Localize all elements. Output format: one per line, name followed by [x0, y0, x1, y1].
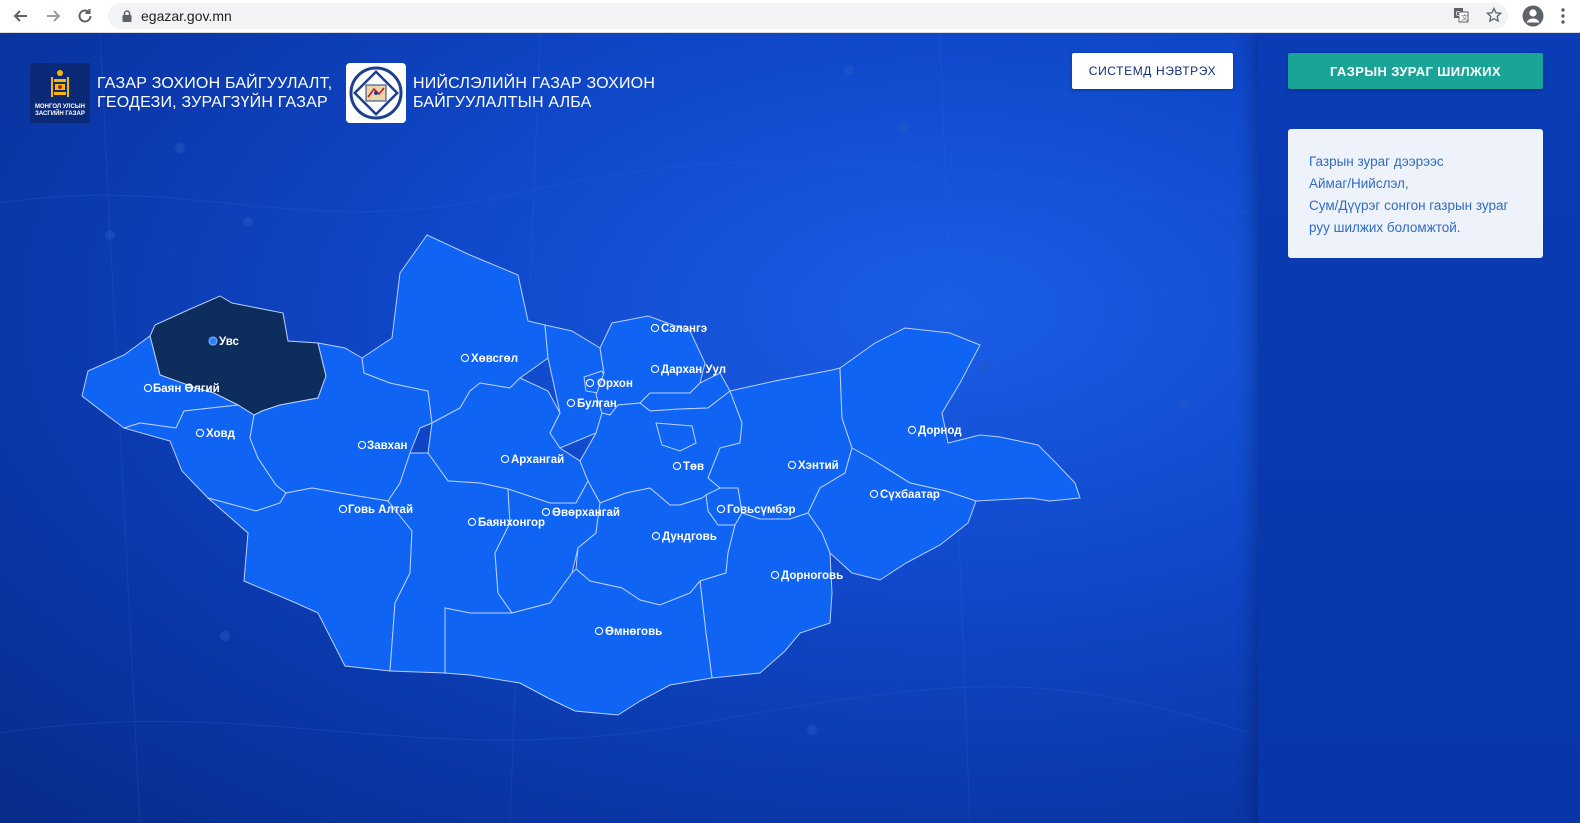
- switch-map-button[interactable]: ГАЗРЫН ЗУРАГ ШИЛЖИХ: [1288, 53, 1543, 89]
- map-label-bayan-ulgii[interactable]: Баян Өлгий: [143, 383, 220, 395]
- svg-text:Орхон: Орхон: [597, 378, 633, 390]
- svg-text:Сүхбаатар: Сүхбаатар: [880, 489, 940, 501]
- svg-text:Өвөрхангай: Өвөрхангай: [552, 507, 620, 519]
- page-content: МОНГОЛ УЛСЫН ЗАСГИЙН ГАЗАР ГАЗАР ЗОХИОН …: [0, 33, 1580, 823]
- url-text[interactable]: egazar.gov.mn: [141, 8, 232, 24]
- svg-text:Дорноговь: Дорноговь: [781, 570, 843, 582]
- map-label-sukhbaatar[interactable]: Сүхбаатар: [869, 489, 940, 501]
- profile-button[interactable]: [1522, 5, 1544, 27]
- svg-text:Архангай: Архангай: [511, 454, 564, 466]
- svg-text:Увс: Увс: [219, 336, 239, 348]
- svg-text:Баянхонгор: Баянхонгор: [478, 517, 545, 529]
- svg-text:文: 文: [1461, 13, 1468, 22]
- info-line-4: руу шилжих боломжтой.: [1309, 220, 1461, 235]
- svg-text:Дундговь: Дундговь: [662, 531, 717, 543]
- forward-button[interactable]: [42, 5, 64, 27]
- svg-text:Дархан Уул: Дархан Уул: [661, 364, 726, 376]
- address-bar[interactable]: egazar.gov.mn G文: [108, 3, 1508, 29]
- mongolia-map: Увс Баян Өлгий Ховд Завхан Хөвсгөл Говь …: [81, 234, 1081, 716]
- arrow-left-icon: [13, 10, 27, 22]
- svg-text:Говь Алтай: Говь Алтай: [348, 504, 413, 516]
- kebab-menu-icon: [1561, 8, 1565, 24]
- svg-text:Дорнод: Дорнод: [918, 425, 962, 437]
- svg-text:Өмнөговь: Өмнөговь: [605, 626, 662, 638]
- arrow-right-icon: [47, 10, 61, 22]
- map-label-dornogovi[interactable]: Дорноговь: [770, 570, 843, 582]
- map-label-gobi-altai[interactable]: Говь Алтай: [338, 504, 413, 516]
- menu-button[interactable]: [1552, 5, 1574, 27]
- info-line-1: Газрын зураг дээрээс: [1309, 154, 1444, 169]
- reload-icon: [78, 9, 92, 23]
- svg-text:Хөвсгөл: Хөвсгөл: [471, 353, 518, 365]
- translate-icon[interactable]: G文: [1453, 7, 1469, 28]
- map-regions: [81, 234, 1081, 716]
- info-line-2: Аймаг/Нийслэл,: [1309, 176, 1409, 191]
- map-label-bayankhongor[interactable]: Баянхонгор: [467, 517, 545, 529]
- map-label-govisumber[interactable]: Говьсүмбэр: [716, 504, 796, 516]
- back-button[interactable]: [10, 5, 32, 27]
- browser-toolbar: egazar.gov.mn G文: [0, 0, 1580, 33]
- map-label-dundgovi[interactable]: Дундговь: [651, 531, 717, 543]
- map-label-umnugovi[interactable]: Өмнөговь: [594, 626, 662, 638]
- svg-text:Ховд: Ховд: [206, 428, 236, 440]
- map-label-arkhangai[interactable]: Архангай: [500, 454, 564, 466]
- svg-text:Завхан: Завхан: [367, 440, 407, 452]
- info-line-3: Сум/Дүүрэг сонгон газрын зураг: [1309, 198, 1509, 213]
- svg-text:Хэнтий: Хэнтий: [798, 460, 839, 472]
- svg-text:Сэлэнгэ: Сэлэнгэ: [661, 323, 707, 335]
- account-icon: [1522, 5, 1544, 27]
- svg-text:Төв: Төв: [683, 461, 704, 473]
- svg-text:Баян Өлгий: Баян Өлгий: [153, 383, 220, 395]
- star-icon[interactable]: [1485, 6, 1503, 28]
- info-card: Газрын зураг дээрээс Аймаг/Нийслэл, Сум/…: [1288, 129, 1543, 258]
- reload-button[interactable]: [74, 5, 96, 27]
- map-label-uvurkhangai[interactable]: Өвөрхангай: [541, 507, 620, 519]
- lock-icon: [122, 10, 132, 22]
- svg-text:Булган: Булган: [577, 398, 617, 410]
- svg-text:Говьсүмбэр: Говьсүмбэр: [727, 504, 796, 516]
- map-label-darkhan-uul[interactable]: Дархан Уул: [650, 364, 726, 376]
